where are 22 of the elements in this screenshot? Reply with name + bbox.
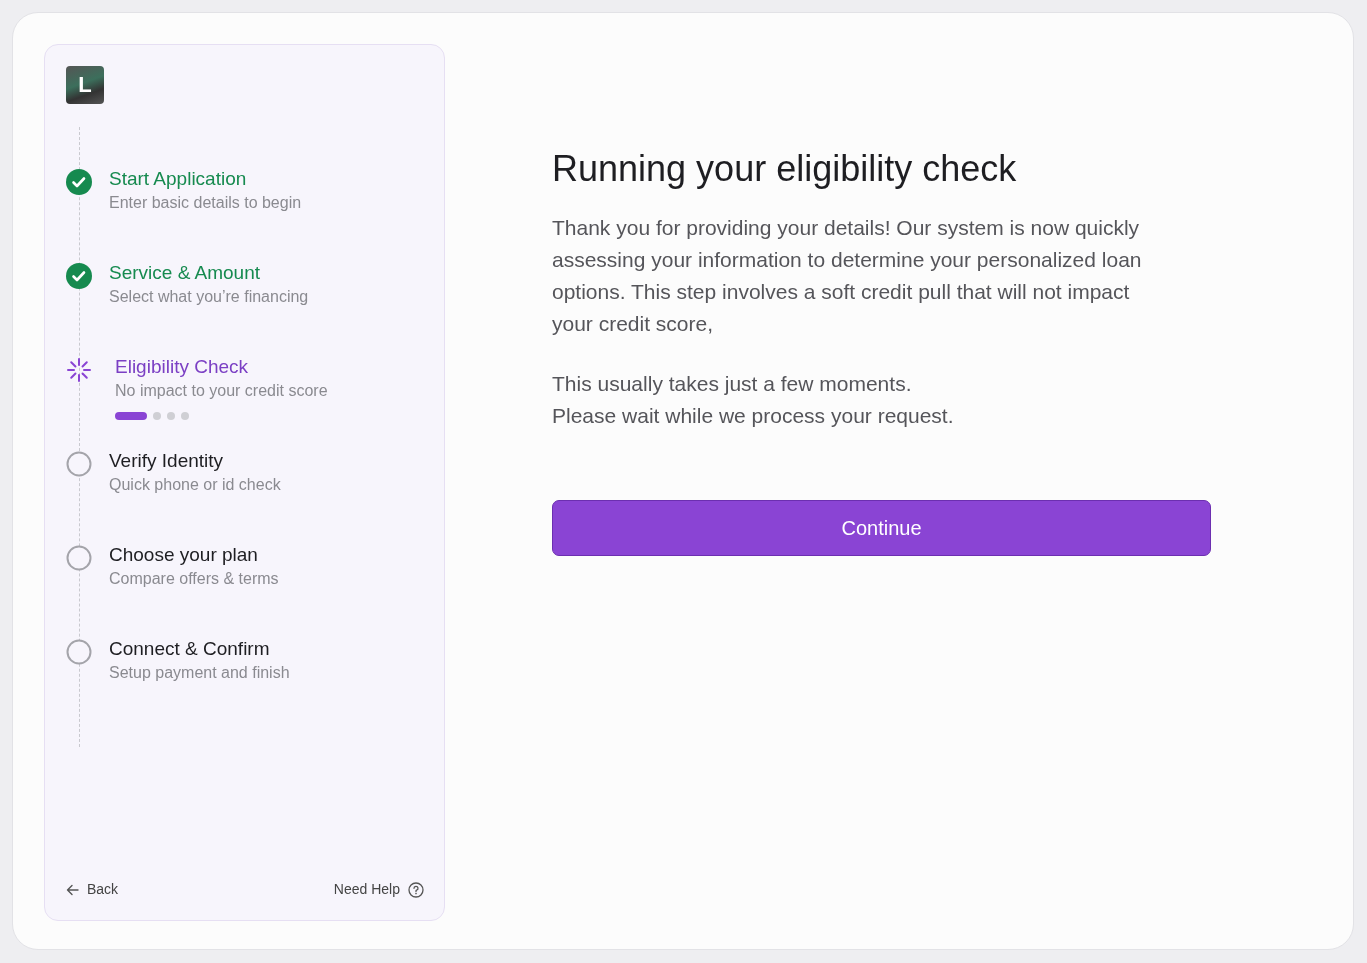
step-subtitle: Compare offers & terms: [109, 569, 279, 589]
step-subtitle: No impact to your credit score: [115, 381, 328, 401]
page-heading: Running your eligibility check: [552, 147, 1018, 191]
step-title: Start Application: [109, 167, 248, 191]
back-link[interactable]: Back: [66, 879, 119, 900]
step-title: Connect & Confirm: [109, 637, 271, 661]
body-paragraph: Thank you for providing your details! Our system is now quickly assessing your information to determine your personalized loan options. This step involves a soft credit pull that will not impact your credit score,: [552, 215, 1143, 338]
step-title: Verify Identity: [109, 449, 225, 473]
step-subtitle: Quick phone or id check: [109, 475, 281, 495]
logo: L: [66, 66, 104, 104]
body-paragraph: This usually takes just a few moments. Please wait while we process your request.: [552, 371, 955, 430]
loading-dots-icon: [115, 412, 189, 420]
continue-button[interactable]: Continue: [552, 500, 1211, 557]
step-subtitle: Enter basic details to begin: [109, 193, 302, 213]
help-link[interactable]: Need Help: [333, 879, 424, 900]
arrow-left-icon: [66, 883, 79, 896]
help-icon: [408, 881, 424, 898]
step-title: Choose your plan: [109, 543, 259, 567]
step-subtitle: Select what you’re financing: [109, 287, 309, 307]
step-title: Eligibility Check: [115, 355, 250, 379]
step-title: Service & Amount: [109, 261, 262, 285]
step-subtitle: Setup payment and finish: [109, 663, 290, 683]
